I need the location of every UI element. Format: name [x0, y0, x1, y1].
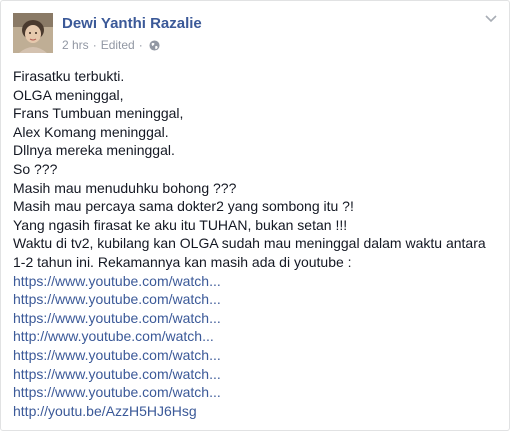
youtube-link[interactable]: https://www.youtube.com/watch... [13, 290, 499, 309]
youtube-link[interactable]: https://www.youtube.com/watch... [13, 309, 499, 328]
youtube-link[interactable]: https://www.youtube.com/watch... [13, 365, 499, 384]
post-text-line: Firasatku terbukti. [13, 68, 125, 84]
post-text-line: Dllnya mereka meninggal. [13, 142, 175, 159]
post-text-line: Masih mau menuduhku bohong ??? [13, 179, 237, 196]
meta-separator: · [92, 38, 97, 52]
post-text-line: Yang ngasih firasat ke aku itu TUHAN, bu… [13, 216, 348, 233]
youtube-link[interactable]: https://www.youtube.com/watch... [13, 346, 499, 365]
post-text-line: Waktu di tv2, kubilang kan OLGA sudah ma… [13, 235, 486, 270]
post-card: Dewi Yanthi Razalie 2 hrs · Edited · Fir… [0, 0, 510, 431]
youtube-link[interactable]: http://youtu.be/AzzH5HJ6Hsg [13, 402, 499, 421]
globe-icon[interactable] [149, 39, 160, 51]
author-name[interactable]: Dewi Yanthi Razalie [62, 15, 202, 32]
post-body: Firasatku terbukti. OLGA meninggal, Fran… [13, 67, 499, 420]
meta-separator-2: · [138, 38, 143, 52]
edited-label[interactable]: Edited [101, 38, 135, 52]
youtube-link[interactable]: https://www.youtube.com/watch... [13, 272, 499, 291]
youtube-link[interactable]: https://www.youtube.com/watch... [13, 383, 499, 402]
avatar[interactable] [13, 13, 53, 53]
chevron-down-icon[interactable] [485, 15, 497, 23]
post-text-line: Frans Tumbuan meninggal, [13, 105, 184, 122]
post-text-line: Masih mau percaya sama dokter2 yang somb… [13, 198, 354, 215]
post-meta: 2 hrs · Edited · [62, 38, 160, 52]
timestamp[interactable]: 2 hrs [62, 38, 89, 52]
post-text-line: So ??? [13, 160, 58, 177]
post-text-line: Alex Komang meninggal. [13, 123, 169, 140]
post-text-line: OLGA meninggal, [13, 86, 124, 103]
youtube-link[interactable]: http://www.youtube.com/watch... [13, 327, 499, 346]
